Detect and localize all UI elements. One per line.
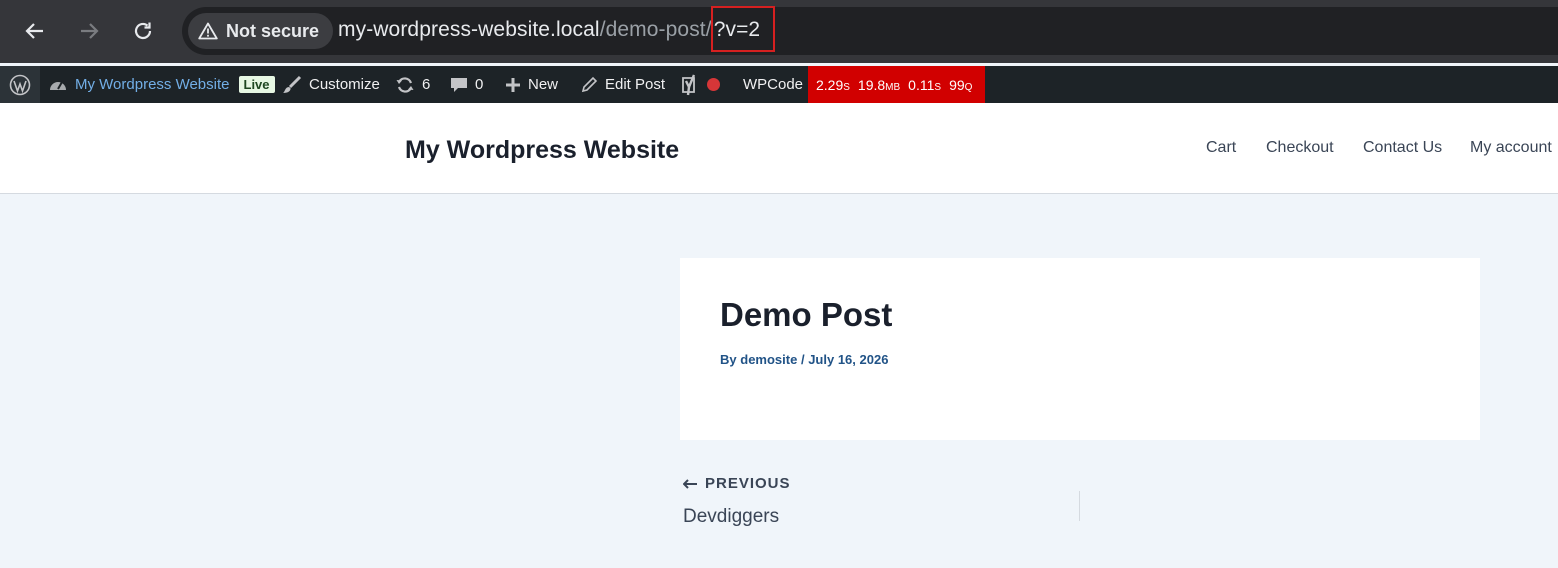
edit-post-label: Edit Post — [605, 76, 666, 93]
url-host: my-wordpress-website.local — [338, 18, 600, 41]
pencil-icon — [581, 76, 598, 92]
meta-separator: / — [800, 352, 805, 367]
wordpress-logo-icon — [9, 74, 31, 95]
memory-usage: 19.8MB — [857, 76, 901, 93]
updates-count: 6 — [422, 76, 431, 93]
url-path: /demo-post/ — [599, 18, 712, 41]
site-name-label: My Wordpress Website — [75, 76, 230, 93]
security-label: Not secure — [226, 20, 320, 41]
post-card: Demo Post By demosite / July 16, 2026 — [680, 258, 1480, 440]
menu-item-my-account[interactable]: My account — [1470, 139, 1552, 157]
plus-icon — [506, 77, 520, 92]
admin-bar-site-name[interactable]: My Wordpress Website Live — [48, 66, 275, 103]
admin-bar-customize[interactable]: Customize — [282, 66, 380, 103]
url-text[interactable]: my-wordpress-website.local/demo-post/?v=… — [338, 18, 762, 42]
wp-admin-bar: My Wordpress Website Live Customize 6 0 … — [0, 66, 1558, 103]
author-link[interactable]: demosite — [740, 352, 797, 367]
back-button[interactable] — [18, 14, 52, 48]
menu-item-contact-us[interactable]: Contact Us — [1363, 139, 1442, 157]
admin-bar-yoast[interactable] — [680, 66, 720, 103]
query-count: 99Q — [949, 76, 973, 93]
wp-logo-menu[interactable] — [0, 66, 40, 103]
live-badge: Live — [238, 76, 275, 93]
back-arrow-icon — [25, 23, 43, 39]
reload-button[interactable] — [126, 14, 160, 48]
left-arrow-icon — [683, 478, 697, 489]
site-header: My Wordpress Website Cart Checkout Conta… — [0, 103, 1558, 194]
menu-item-checkout[interactable]: Checkout — [1266, 139, 1334, 157]
reload-icon — [134, 22, 152, 40]
page-time: 2.29S — [816, 76, 850, 93]
site-title[interactable]: My Wordpress Website — [405, 136, 679, 165]
author-prefix: By — [720, 352, 737, 367]
post-nav-divider — [1079, 491, 1080, 521]
menu-item-cart[interactable]: Cart — [1206, 139, 1236, 157]
post-meta: By demosite / July 16, 2026 — [720, 352, 888, 367]
yoast-logo-icon — [682, 74, 696, 95]
admin-bar-comments[interactable]: 0 — [450, 66, 483, 103]
comments-count: 0 — [475, 76, 484, 93]
updates-icon — [396, 76, 414, 93]
previous-post-link[interactable]: Devdiggers — [683, 506, 779, 528]
previous-post-label[interactable]: PREVIOUS — [683, 475, 791, 492]
admin-bar-new[interactable]: New — [505, 66, 558, 103]
warning-icon — [198, 22, 218, 40]
query-time: 0.11S — [908, 76, 942, 93]
query-monitor-stats[interactable]: 2.29S 19.8MB 0.11S 99Q — [808, 66, 985, 103]
previous-label-text: PREVIOUS — [705, 475, 791, 492]
security-indicator[interactable]: Not secure — [188, 13, 334, 49]
paintbrush-icon — [283, 75, 302, 93]
admin-bar-updates[interactable]: 6 — [395, 66, 430, 103]
address-bar[interactable]: Not secure my-wordpress-website.local/de… — [182, 7, 1558, 55]
comment-bubble-icon — [451, 77, 467, 92]
seo-status-dot-icon — [707, 78, 720, 91]
admin-bar-wpcode[interactable]: WPCode — [743, 66, 803, 103]
new-label: New — [528, 76, 559, 93]
post-date-link[interactable]: July 16, 2026 — [808, 352, 888, 367]
forward-arrow-icon — [81, 23, 99, 39]
wpcode-label: WPCode — [743, 76, 804, 93]
browser-toolbar: Not secure my-wordpress-website.local/de… — [0, 0, 1558, 63]
forward-button[interactable] — [72, 14, 106, 48]
post-title: Demo Post — [720, 296, 893, 333]
url-query-highlight-box — [711, 6, 775, 52]
dashboard-gauge-icon — [50, 81, 66, 90]
admin-bar-edit-post[interactable]: Edit Post — [580, 66, 665, 103]
customize-label: Customize — [309, 76, 380, 93]
